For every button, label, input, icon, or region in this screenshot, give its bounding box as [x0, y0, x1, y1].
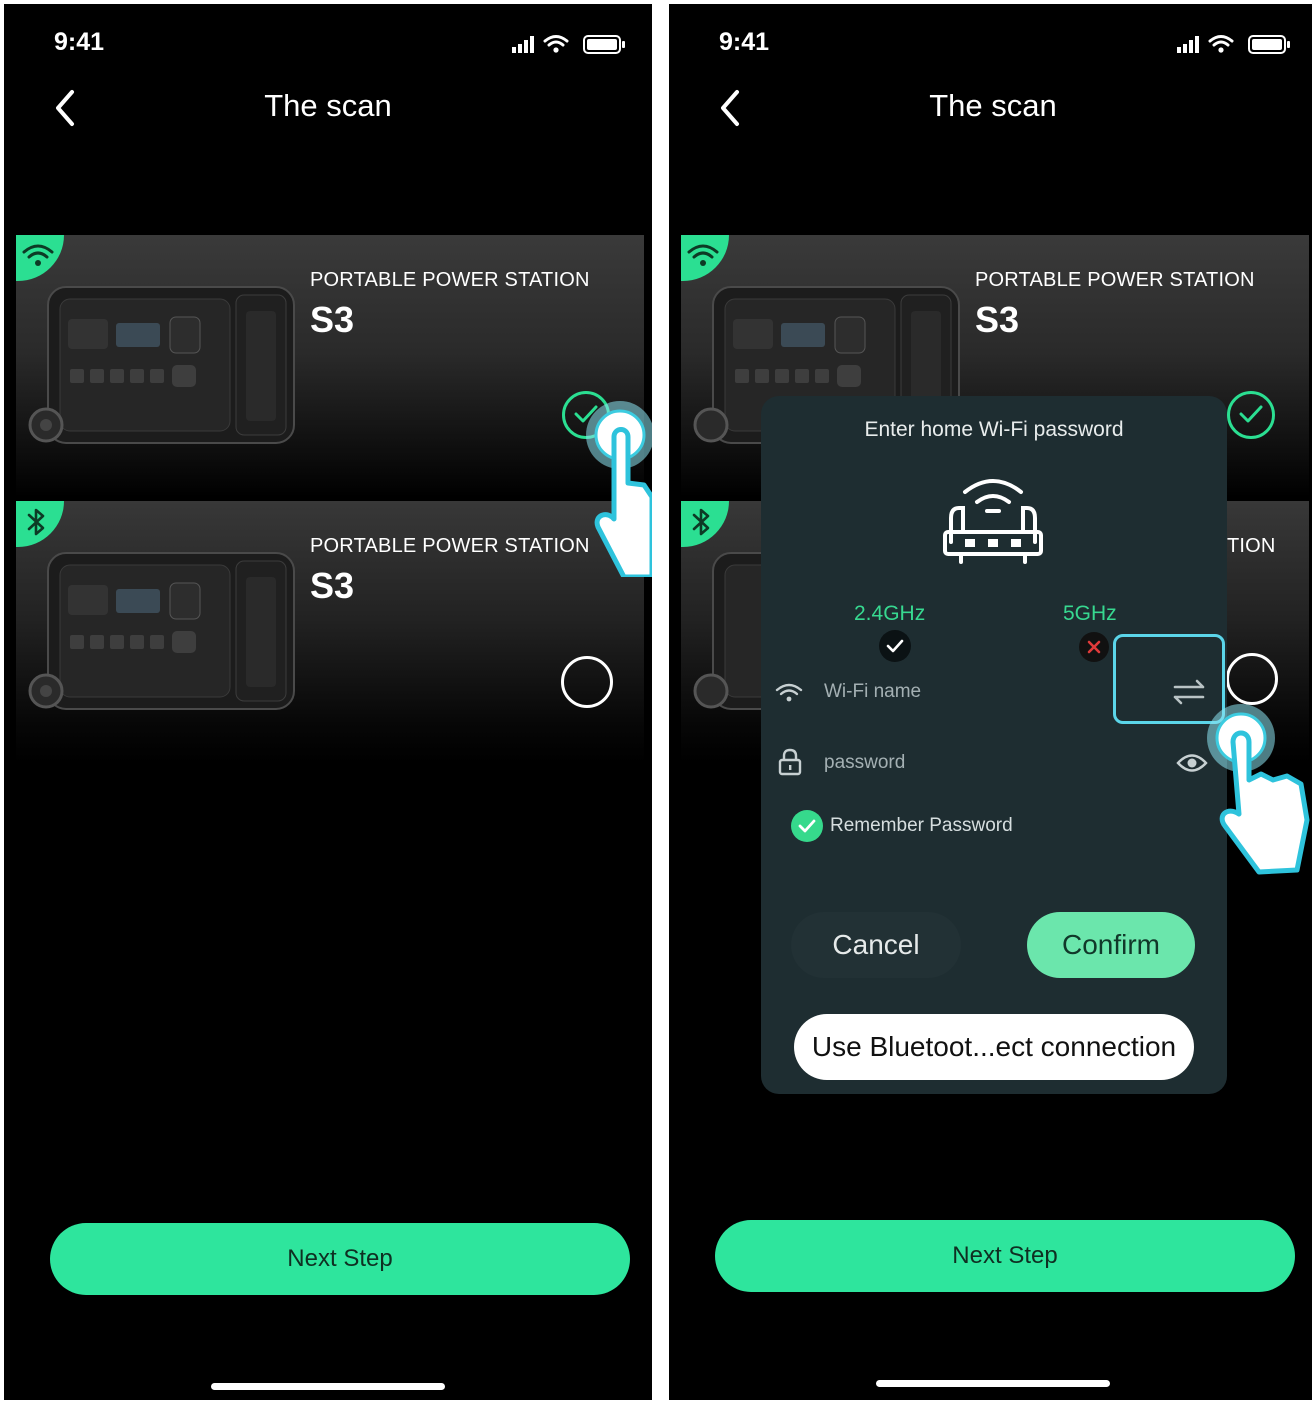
confirm-button[interactable]: Confirm	[1027, 912, 1195, 978]
next-step-button[interactable]: Next Step	[715, 1220, 1295, 1292]
phone-screen-scan: 9:41 The scan PORTABLE POWER STATION S3 …	[4, 4, 652, 1400]
selected-check-icon[interactable]	[1227, 391, 1275, 439]
cancel-button[interactable]: Cancel	[791, 912, 961, 978]
next-step-button[interactable]: Next Step	[50, 1223, 630, 1295]
password-input[interactable]: password	[824, 752, 905, 774]
wifi-field-icon	[775, 682, 803, 709]
band-5ghz-x-icon[interactable]	[1079, 632, 1109, 662]
wifi-status-icon	[543, 35, 569, 47]
status-icons	[512, 32, 628, 61]
page-title: The scan	[264, 88, 392, 123]
wifi-status-icon	[1208, 35, 1234, 47]
bluetooth-icon	[27, 508, 45, 536]
home-indicator	[211, 1383, 445, 1390]
device-card-bluetooth[interactable]: PORTABLE POWER STATION S3	[16, 501, 644, 763]
device-model: S3	[310, 565, 355, 606]
wifi-icon	[687, 244, 719, 266]
bluetooth-connect-button[interactable]: Use Bluetoot...ect connection	[794, 1014, 1194, 1080]
status-icons	[1177, 32, 1293, 61]
battery-icon	[1248, 35, 1290, 54]
device-subtitle: PORTABLE POWER STATION	[310, 535, 590, 557]
device-model: S3	[310, 299, 355, 340]
lock-icon	[777, 748, 803, 781]
page-title: The scan	[929, 88, 1057, 123]
tap-hand-pointer-icon	[1197, 700, 1312, 885]
unselected-radio-icon[interactable]	[1226, 653, 1278, 705]
device-card-wifi[interactable]: PORTABLE POWER STATION S3	[16, 235, 644, 497]
tap-hand-pointer-icon	[564, 397, 652, 582]
home-indicator	[876, 1380, 1110, 1387]
bluetooth-icon	[692, 508, 710, 536]
phone-screen-wifi-dialog: 9:41 The scan PORTABLE POWER STATION S3 …	[669, 4, 1312, 1400]
band-24ghz-label: 2.4GHz	[854, 602, 926, 625]
band-5ghz-label: 5GHz	[1063, 602, 1117, 625]
power-station-image	[24, 531, 314, 727]
status-time: 9:41	[54, 28, 105, 56]
device-subtitle: PORTABLE POWER STATION	[975, 269, 1255, 291]
signal-icon	[512, 36, 534, 53]
signal-icon	[1177, 36, 1199, 53]
status-time: 9:41	[719, 28, 770, 56]
wifi-password-dialog: Enter home Wi-Fi password 2.4GHz 5GHz Wi…	[761, 396, 1227, 1094]
remember-password-check-icon[interactable]	[791, 810, 823, 842]
wifi-icon	[22, 244, 54, 266]
unselected-radio-icon[interactable]	[561, 656, 613, 708]
device-subtitle: PORTABLE POWER STATION	[310, 269, 590, 291]
wifi-name-input[interactable]: Wi-Fi name	[824, 681, 921, 703]
device-model: S3	[975, 299, 1020, 340]
device-subtitle-partial: TION	[1227, 535, 1276, 557]
router-icon	[941, 474, 1045, 571]
power-station-image	[24, 265, 314, 461]
remember-password-label[interactable]: Remember Password	[830, 815, 1013, 837]
band-24ghz-check-icon[interactable]	[879, 630, 911, 662]
battery-icon	[583, 35, 625, 54]
dialog-title: Enter home Wi-Fi password	[864, 418, 1124, 441]
